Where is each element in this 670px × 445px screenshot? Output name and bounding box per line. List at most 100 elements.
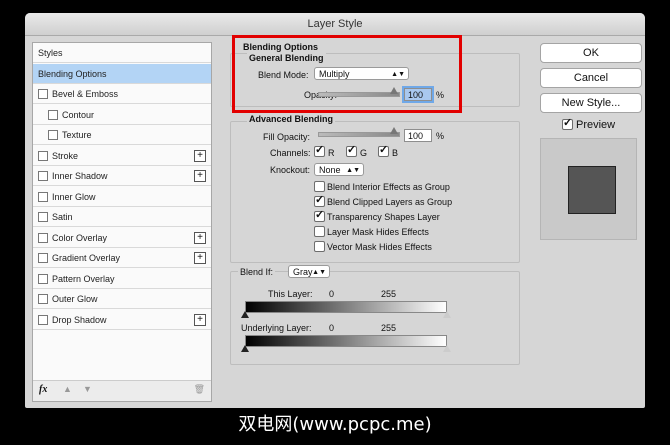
preview-swatch bbox=[568, 166, 616, 214]
vector-mask-hides-checkbox[interactable] bbox=[314, 241, 325, 252]
blend-if-select[interactable]: Gray ▲▼ bbox=[288, 265, 330, 278]
window-title: Layer Style bbox=[25, 13, 645, 36]
blend-if-label: Blend If: bbox=[238, 267, 276, 277]
sidebar-checkbox[interactable] bbox=[38, 232, 48, 243]
blend-clipped-label: Blend Clipped Layers as Group bbox=[327, 197, 453, 207]
underlying-black-handle[interactable] bbox=[241, 345, 249, 352]
sidebar-item-inner-glow[interactable]: Inner Glow bbox=[33, 187, 211, 207]
channel-r-checkbox[interactable] bbox=[314, 143, 325, 157]
sidebar-item-styles[interactable]: Styles bbox=[33, 43, 211, 63]
this-layer-high-value: 255 bbox=[381, 289, 397, 299]
sidebar-item-label: Inner Shadow bbox=[52, 171, 108, 181]
select-arrow-icon: ▲▼ bbox=[312, 269, 326, 276]
blend-interior-label: Blend Interior Effects as Group bbox=[327, 182, 450, 192]
sidebar-item-gradient-overlay[interactable]: Gradient Overlay + bbox=[33, 248, 211, 268]
sidebar-footer: fx ▲ ▼ 🗑 bbox=[33, 380, 211, 401]
blend-clipped-checkbox[interactable] bbox=[314, 193, 325, 207]
add-icon[interactable]: + bbox=[194, 231, 206, 244]
sidebar-checkbox[interactable] bbox=[38, 171, 48, 181]
highlight-box bbox=[232, 35, 462, 113]
sidebar-item-label: Drop Shadow bbox=[52, 314, 107, 325]
sidebar-item-satin[interactable]: Satin bbox=[33, 207, 211, 227]
sidebar-checkbox[interactable] bbox=[38, 273, 48, 284]
styles-sidebar: fx ▲ ▼ 🗑 Styles Blending Options Bevel & E… bbox=[32, 42, 212, 402]
advanced-blending-title: Advanced Blending bbox=[247, 114, 336, 124]
channel-r-label: R bbox=[328, 148, 335, 158]
preview-pane bbox=[540, 138, 637, 240]
blend-interior-checkbox[interactable] bbox=[314, 181, 325, 192]
sidebar-item-label: Styles bbox=[38, 48, 63, 58]
sidebar-item-label: Stroke bbox=[52, 150, 79, 161]
new-style-button[interactable]: New Style... bbox=[540, 93, 642, 113]
sidebar-checkbox[interactable] bbox=[38, 89, 48, 99]
this-layer-low-value: 0 bbox=[329, 289, 335, 299]
this-layer-gradient bbox=[245, 301, 447, 313]
layer-mask-hides-checkbox[interactable] bbox=[314, 226, 325, 237]
sidebar-item-drop-shadow[interactable]: Drop Shadow + bbox=[33, 310, 211, 330]
sidebar-checkbox[interactable] bbox=[38, 191, 48, 202]
add-icon[interactable]: + bbox=[194, 170, 206, 182]
transparency-shapes-label: Transparency Shapes Layer bbox=[327, 212, 440, 222]
sidebar-item-label: Texture bbox=[62, 130, 92, 140]
blend-if-value: Gray bbox=[293, 267, 313, 277]
preview-checkbox[interactable] bbox=[562, 116, 573, 130]
move-down-icon[interactable]: ▼ bbox=[83, 384, 92, 394]
fill-opacity-slider-handle[interactable] bbox=[390, 127, 398, 134]
sidebar-item-label: Color Overlay bbox=[52, 232, 108, 243]
sidebar-item-color-overlay[interactable]: Color Overlay + bbox=[33, 228, 211, 248]
watermark: 双电网(www.pcpc.me) bbox=[238, 414, 432, 435]
sidebar-checkbox[interactable] bbox=[38, 314, 48, 325]
add-icon[interactable]: + bbox=[194, 149, 206, 162]
sidebar-item-blending-options[interactable]: Blending Options bbox=[33, 63, 211, 84]
sidebar-item-label: Gradient Overlay bbox=[52, 253, 121, 263]
sidebar-item-contour[interactable]: Contour bbox=[33, 105, 211, 125]
underlying-white-handle[interactable] bbox=[443, 345, 451, 352]
fill-opacity-input[interactable]: 100 bbox=[404, 129, 432, 142]
fill-opacity-label: Fill Opacity: bbox=[263, 132, 311, 142]
sidebar-checkbox[interactable] bbox=[48, 109, 58, 120]
channel-g-checkbox[interactable] bbox=[346, 143, 357, 157]
add-icon[interactable]: + bbox=[194, 313, 206, 326]
sidebar-item-label: Bevel & Emboss bbox=[52, 89, 119, 99]
sidebar-item-inner-shadow[interactable]: Inner Shadow + bbox=[33, 166, 211, 186]
sidebar-item-label: Inner Glow bbox=[52, 191, 96, 202]
sidebar-item-stroke[interactable]: Stroke + bbox=[33, 146, 211, 166]
channel-g-label: G bbox=[360, 148, 368, 158]
sidebar-checkbox[interactable] bbox=[38, 212, 48, 222]
move-up-icon[interactable]: ▲ bbox=[63, 384, 72, 394]
fx-button[interactable]: fx bbox=[39, 384, 47, 395]
channels-label: Channels: bbox=[270, 148, 311, 158]
fill-opacity-percent: % bbox=[436, 131, 445, 141]
select-arrow-icon: ▲▼ bbox=[346, 167, 360, 174]
add-icon[interactable]: + bbox=[194, 252, 206, 264]
sidebar-checkbox[interactable] bbox=[38, 294, 48, 304]
vector-mask-hides-label: Vector Mask Hides Effects bbox=[327, 242, 432, 252]
preview-label: Preview bbox=[576, 119, 616, 131]
fill-opacity-slider[interactable] bbox=[318, 132, 400, 137]
sidebar-item-label: Pattern Overlay bbox=[52, 273, 115, 284]
sidebar-checkbox[interactable] bbox=[38, 253, 48, 263]
blend-if-group bbox=[230, 271, 520, 365]
cancel-button[interactable]: Cancel bbox=[540, 68, 642, 88]
layer-style-dialog: Layer Style fx ▲ ▼ 🗑 Styles Blending Opti… bbox=[25, 13, 645, 408]
sidebar-checkbox[interactable] bbox=[38, 150, 48, 161]
knockout-select[interactable]: None ▲▼ bbox=[314, 163, 364, 176]
knockout-value: None bbox=[319, 165, 341, 175]
channel-b-checkbox[interactable] bbox=[378, 143, 389, 157]
sidebar-item-outer-glow[interactable]: Outer Glow bbox=[33, 289, 211, 309]
layer-mask-hides-label: Layer Mask Hides Effects bbox=[327, 227, 429, 237]
channel-b-label: B bbox=[392, 148, 399, 158]
sidebar-item-label: Contour bbox=[62, 109, 95, 120]
transparency-shapes-checkbox[interactable] bbox=[314, 208, 325, 222]
sidebar-item-pattern-overlay[interactable]: Pattern Overlay bbox=[33, 269, 211, 289]
sidebar-item-bevel-emboss[interactable]: Bevel & Emboss bbox=[33, 84, 211, 104]
sidebar-checkbox[interactable] bbox=[48, 130, 58, 140]
sidebar-item-label: Satin bbox=[52, 212, 73, 222]
this-layer-black-handle[interactable] bbox=[241, 311, 249, 318]
sidebar-item-texture[interactable]: Texture bbox=[33, 125, 211, 145]
this-layer-white-handle[interactable] bbox=[443, 311, 451, 318]
trash-icon[interactable]: 🗑 bbox=[194, 384, 205, 395]
ok-button[interactable]: OK bbox=[540, 43, 642, 63]
knockout-label: Knockout: bbox=[270, 165, 311, 175]
underlying-low-value: 0 bbox=[329, 323, 335, 333]
